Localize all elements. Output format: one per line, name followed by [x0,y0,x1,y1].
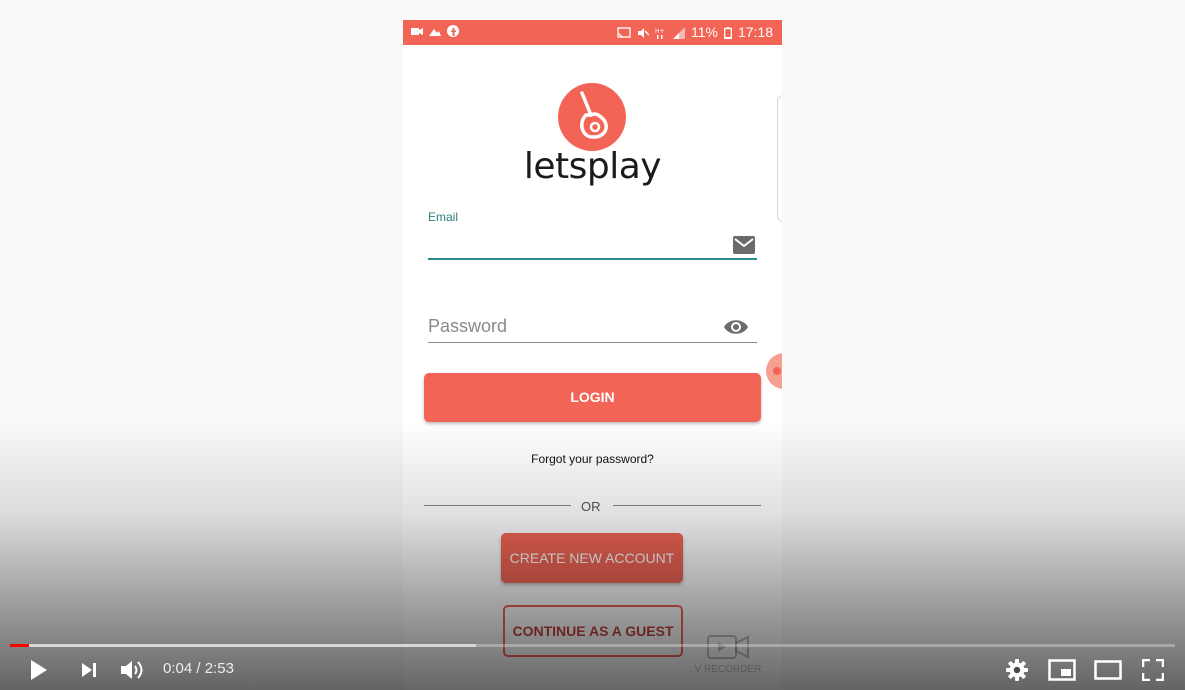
progress-played [10,644,29,647]
or-divider-label: OR [581,499,601,514]
recorder-watermark-icon [707,635,749,659]
video-recorder-icon [411,28,423,35]
mute-icon [637,27,649,38]
battery-icon [724,26,732,39]
network-icon: H+ [655,28,665,39]
phone-screen: H+ 11% 17:18 letsplay Email Password LOG… [403,20,782,690]
fab-dot-icon [773,367,781,375]
play-button[interactable] [26,656,52,684]
mail-icon [733,236,755,254]
eye-icon[interactable] [723,318,749,336]
app-logo-text: letsplay [523,146,662,187]
next-icon [82,663,96,677]
divider-left [424,505,571,506]
svg-text:H+: H+ [655,28,665,35]
forgot-password-link[interactable]: Forgot your password? [403,452,782,466]
password-field[interactable]: Password [428,316,507,337]
divider-right [613,505,761,506]
facebook-icon [447,25,459,37]
miniplayer-icon [1048,659,1076,681]
battery-percent: 11% [690,24,718,40]
watermark-label: V RECORDER [694,664,762,675]
password-underline [428,342,757,343]
progress-buffered [10,644,476,647]
status-clock: 17:18 [737,24,773,40]
time-separator: / [192,660,205,677]
volume-icon [121,661,143,679]
settings-button[interactable] [1004,656,1030,684]
volume-button[interactable] [118,656,148,684]
create-account-button[interactable]: CREATE NEW ACCOUNT [501,533,683,583]
email-underline [428,258,757,260]
continue-as-guest-button[interactable]: CONTINUE AS A GUEST [503,605,683,657]
status-bar: H+ 11% 17:18 [403,20,782,45]
email-field[interactable] [428,228,757,260]
settings-icon [1006,659,1028,681]
duration: 2:53 [204,660,234,677]
email-label: Email [428,210,459,224]
miniplayer-button[interactable] [1047,656,1077,684]
theater-mode-icon [1094,660,1122,680]
fullscreen-button[interactable] [1139,656,1167,684]
theater-mode-button[interactable] [1093,656,1123,684]
cast-icon [617,26,631,38]
progress-bar[interactable] [10,644,1175,647]
guitar-logo-icon [558,83,626,151]
recorder-watermark: V RECORDER [683,634,773,675]
time-display: 0:04 / 2:53 [163,660,234,677]
current-time: 0:04 [163,660,193,677]
next-button[interactable] [76,656,102,684]
side-drawer-handle[interactable] [777,95,782,222]
video-frame[interactable]: H+ 11% 17:18 letsplay Email Password LOG… [0,0,1185,690]
image-icon [429,29,441,36]
signal-icon [672,26,685,39]
fullscreen-icon [1142,659,1164,681]
login-button[interactable]: LOGIN [424,373,761,422]
play-icon [31,660,47,680]
